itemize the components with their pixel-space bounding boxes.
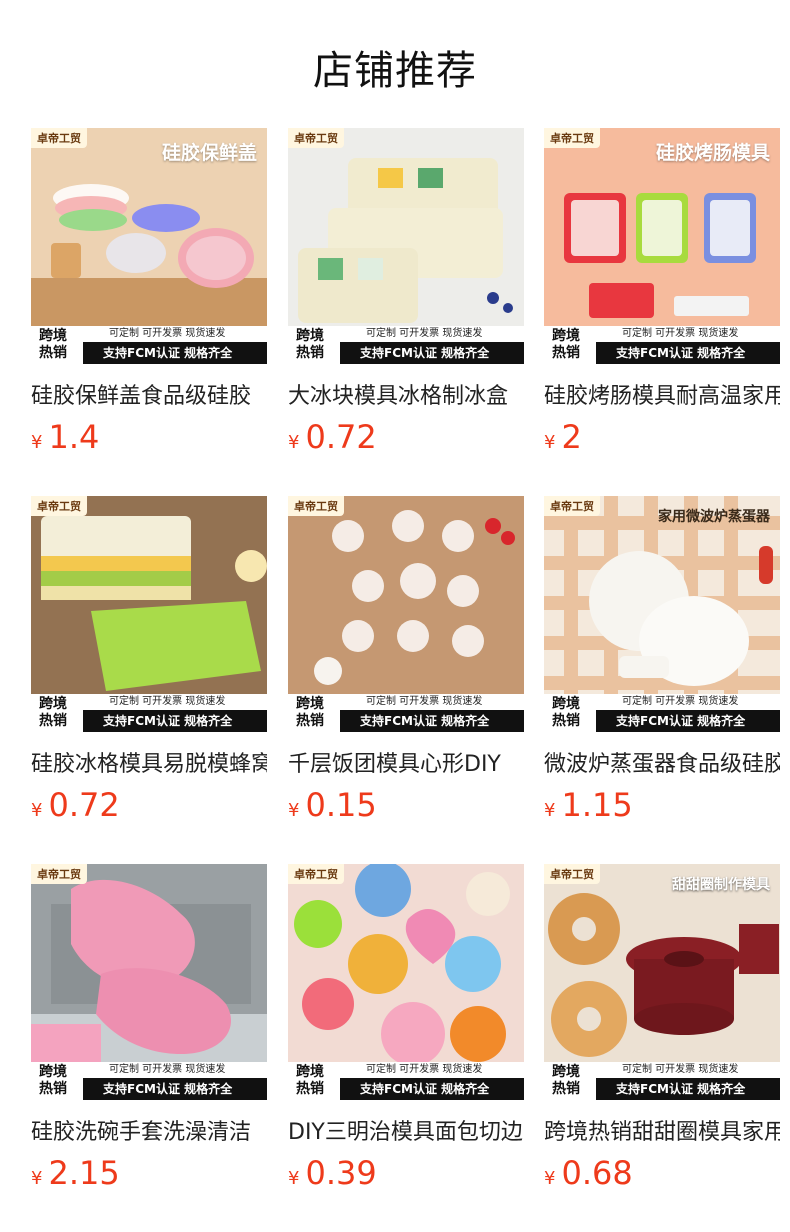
product-card[interactable]: 卓帝工贸 跨境 热销 可定制 可开发票 现货速发 支持FCM认证 规格齐全 硅胶冰…: [31, 496, 267, 824]
product-name[interactable]: 跨境热销甜甜圈模具家用: [544, 1114, 780, 1146]
product-image[interactable]: 卓帝工贸 跨境 热销 可定制 可开发票 现货速发 支持FCM认证 规格齐全: [288, 496, 524, 732]
product-card[interactable]: 卓帝工贸 跨境 热销 可定制 可开发票 现货速发 支持FCM认证 规格齐全 千层饭…: [288, 496, 524, 824]
store-tag: 卓帝工贸: [31, 496, 87, 516]
cert-text: 支持FCM认证 规格齐全: [83, 1078, 267, 1100]
promo-banner: 跨境 热销 可定制 可开发票 现货速发 支持FCM认证 规格齐全: [288, 1062, 524, 1100]
product-image[interactable]: 卓帝工贸 甜甜圈制作模具 跨境 热销 可定制 可开发票 现货速发 支持FCM认证 …: [544, 864, 780, 1100]
hot-badge: 跨境 热销: [544, 1062, 596, 1100]
product-name[interactable]: 硅胶洗碗手套洗澡清洁: [31, 1114, 267, 1146]
promo-banner: 跨境 热销 可定制 可开发票 现货速发 支持FCM认证 规格齐全: [288, 694, 524, 732]
store-tag: 卓帝工贸: [544, 496, 600, 516]
cert-text: 支持FCM认证 规格齐全: [340, 710, 524, 732]
service-text: 可定制 可开发票 现货速发: [83, 694, 267, 710]
store-tag: 卓帝工贸: [288, 496, 344, 516]
store-tag: 卓帝工贸: [288, 128, 344, 148]
cert-text: 支持FCM认证 规格齐全: [596, 710, 780, 732]
product-image[interactable]: 卓帝工贸 跨境 热销 可定制 可开发票 现货速发 支持FCM认证 规格齐全: [288, 864, 524, 1100]
cert-text: 支持FCM认证 规格齐全: [340, 1078, 524, 1100]
hot-badge: 跨境 热销: [288, 326, 340, 364]
cert-text: 支持FCM认证 规格齐全: [596, 342, 780, 364]
service-text: 可定制 可开发票 现货速发: [596, 694, 780, 710]
service-text: 可定制 可开发票 现货速发: [596, 326, 780, 342]
section-title: 店铺推荐: [313, 48, 477, 94]
product-card[interactable]: 卓帝工贸 跨境 热销 可定制 可开发票 现货速发 支持FCM认证 规格齐全 DIY…: [288, 864, 524, 1192]
service-text: 可定制 可开发票 现货速发: [340, 1062, 524, 1078]
product-image[interactable]: 卓帝工贸 跨境 热销 可定制 可开发票 现货速发 支持FCM认证 规格齐全: [288, 128, 524, 364]
product-name[interactable]: 硅胶保鲜盖食品级硅胶: [31, 378, 267, 410]
store-tag: 卓帝工贸: [31, 128, 87, 148]
store-tag: 卓帝工贸: [544, 864, 600, 884]
product-price: ¥2.15: [31, 1154, 120, 1192]
product-price: ¥0.72: [288, 418, 377, 456]
promo-banner: 跨境 热销 可定制 可开发票 现货速发 支持FCM认证 规格齐全: [544, 1062, 780, 1100]
product-price: ¥0.39: [288, 1154, 377, 1192]
promo-banner: 跨境 热销 可定制 可开发票 现货速发 支持FCM认证 规格齐全: [544, 694, 780, 732]
store-tag: 卓帝工贸: [544, 128, 600, 148]
service-text: 可定制 可开发票 现货速发: [596, 1062, 780, 1078]
product-price: ¥0.68: [544, 1154, 633, 1192]
product-price: ¥1.4: [31, 418, 100, 456]
product-card[interactable]: 卓帝工贸 家用微波炉蒸蛋器 跨境 热销 可定制 可开发票 现货速发 支持FCM认证…: [544, 496, 780, 824]
promo-banner: 跨境 热销 可定制 可开发票 现货速发 支持FCM认证 规格齐全: [31, 1062, 267, 1100]
product-price: ¥0.72: [31, 786, 120, 824]
product-name[interactable]: 千层饭团模具心形DIY: [288, 746, 524, 778]
product-image[interactable]: 卓帝工贸 跨境 热销 可定制 可开发票 现货速发 支持FCM认证 规格齐全: [31, 864, 267, 1100]
product-name[interactable]: 大冰块模具冰格制冰盒: [288, 378, 524, 410]
hot-badge: 跨境 热销: [544, 694, 596, 732]
service-text: 可定制 可开发票 现货速发: [340, 694, 524, 710]
image-headline: 甜甜圈制作模具: [672, 877, 770, 893]
promo-banner: 跨境 热销 可定制 可开发票 现货速发 支持FCM认证 规格齐全: [544, 326, 780, 364]
image-headline: 硅胶保鲜盖: [161, 142, 257, 164]
service-text: 可定制 可开发票 现货速发: [83, 326, 267, 342]
product-image[interactable]: 卓帝工贸 家用微波炉蒸蛋器 跨境 热销 可定制 可开发票 现货速发 支持FCM认证…: [544, 496, 780, 732]
promo-banner: 跨境 热销 可定制 可开发票 现货速发 支持FCM认证 规格齐全: [31, 694, 267, 732]
product-name[interactable]: DIY三明治模具面包切边: [288, 1114, 524, 1146]
hot-badge: 跨境 热销: [31, 1062, 83, 1100]
product-price: ¥1.15: [544, 786, 633, 824]
product-name[interactable]: 微波炉蒸蛋器食品级硅胶: [544, 746, 780, 778]
image-headline: 家用微波炉蒸蛋器: [658, 509, 770, 525]
store-tag: 卓帝工贸: [31, 864, 87, 884]
product-image[interactable]: 卓帝工贸 硅胶保鲜盖 跨境 热销 可定制 可开发票 现货速发 支持FCM认证 规格…: [31, 128, 267, 364]
cert-text: 支持FCM认证 规格齐全: [83, 710, 267, 732]
product-card[interactable]: 卓帝工贸 跨境 热销 可定制 可开发票 现货速发 支持FCM认证 规格齐全 硅胶洗…: [31, 864, 267, 1192]
hot-badge: 跨境 热销: [544, 326, 596, 364]
product-card[interactable]: 卓帝工贸 跨境 热销 可定制 可开发票 现货速发 支持FCM认证 规格齐全 大冰块…: [288, 128, 524, 456]
service-text: 可定制 可开发票 现货速发: [340, 326, 524, 342]
image-headline: 硅胶烤肠模具: [655, 142, 770, 164]
product-price: ¥0.15: [288, 786, 377, 824]
product-card[interactable]: 卓帝工贸 硅胶烤肠模具 跨境 热销 可定制 可开发票 现货速发 支持FCM认证 规…: [544, 128, 780, 456]
hot-badge: 跨境 热销: [288, 694, 340, 732]
product-image[interactable]: 卓帝工贸 硅胶烤肠模具 跨境 热销 可定制 可开发票 现货速发 支持FCM认证 规…: [544, 128, 780, 364]
cert-text: 支持FCM认证 规格齐全: [596, 1078, 780, 1100]
promo-banner: 跨境 热销 可定制 可开发票 现货速发 支持FCM认证 规格齐全: [31, 326, 267, 364]
promo-banner: 跨境 热销 可定制 可开发票 现货速发 支持FCM认证 规格齐全: [288, 326, 524, 364]
product-price: ¥2: [544, 418, 582, 456]
product-card[interactable]: 卓帝工贸 甜甜圈制作模具 跨境 热销 可定制 可开发票 现货速发 支持FCM认证 …: [544, 864, 780, 1192]
hot-badge: 跨境 热销: [31, 326, 83, 364]
hot-badge: 跨境 热销: [288, 1062, 340, 1100]
hot-badge: 跨境 热销: [31, 694, 83, 732]
product-name[interactable]: 硅胶冰格模具易脱模蜂窝: [31, 746, 267, 778]
store-tag: 卓帝工贸: [288, 864, 344, 884]
product-image[interactable]: 卓帝工贸 跨境 热销 可定制 可开发票 现货速发 支持FCM认证 规格齐全: [31, 496, 267, 732]
service-text: 可定制 可开发票 现货速发: [83, 1062, 267, 1078]
product-name[interactable]: 硅胶烤肠模具耐高温家用: [544, 378, 780, 410]
product-card[interactable]: 卓帝工贸 硅胶保鲜盖 跨境 热销 可定制 可开发票 现货速发 支持FCM认证 规格…: [31, 128, 267, 456]
cert-text: 支持FCM认证 规格齐全: [340, 342, 524, 364]
cert-text: 支持FCM认证 规格齐全: [83, 342, 267, 364]
